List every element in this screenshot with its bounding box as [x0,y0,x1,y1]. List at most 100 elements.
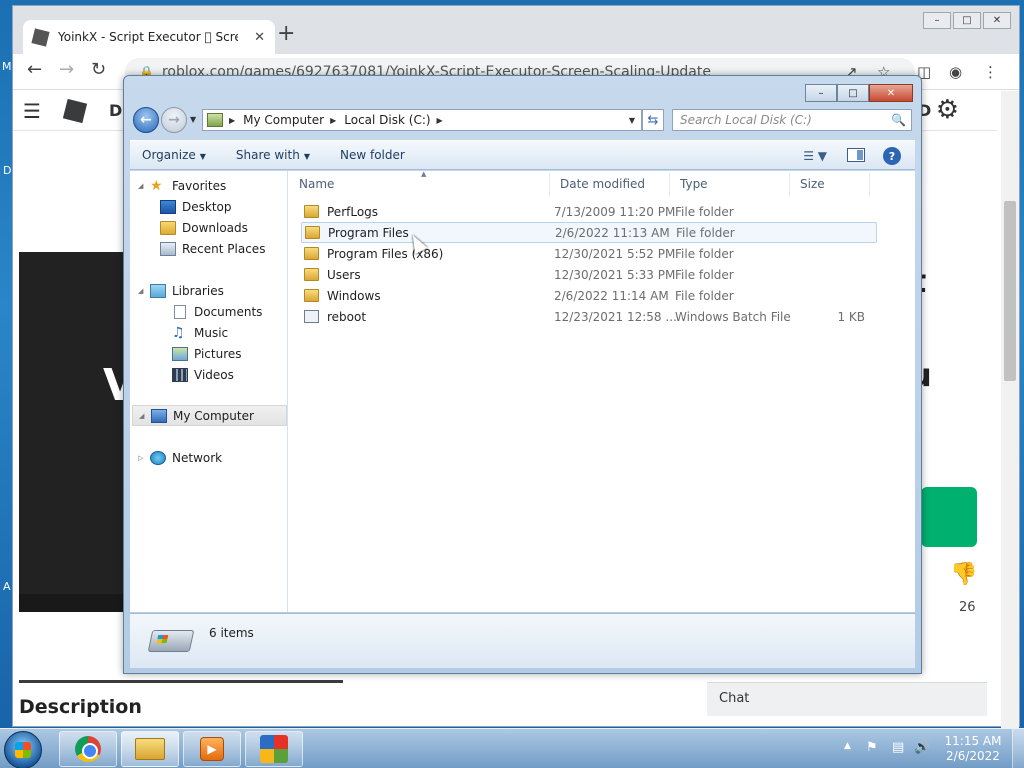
action-center-flag-icon[interactable]: ⚑ [866,740,878,755]
nav-label: My Computer [173,408,254,423]
column-header-size[interactable]: Size [790,173,870,197]
file-row-hovered[interactable]: Program Files 2/6/2022 11:13 AM File fol… [301,222,877,243]
network-status-icon[interactable]: ▤ [892,740,904,755]
file-type: File folder [675,246,734,261]
volume-icon[interactable]: 🔊 [914,740,930,755]
chat-bar[interactable]: Chat [707,682,987,716]
file-row[interactable]: Program Files (x86) 12/30/2021 5:52 PM F… [301,243,877,264]
chevron-right-icon[interactable]: ▶ [437,116,443,125]
menu-kebab-icon[interactable]: ⋮ [983,63,998,81]
browser-tab[interactable]: YoinkX - Script Executor   Screen Scalin… [23,20,275,54]
forward-button[interactable]: → [161,107,187,133]
maximize-button[interactable]: □ [837,84,869,102]
column-header-name[interactable]: ▲ Name [289,170,550,197]
explorer-icon [135,738,165,760]
nav-documents[interactable]: Documents [160,301,262,322]
nav-recent-places[interactable]: Recent Places [160,238,265,259]
system-clock[interactable]: 11:15 AM 2/6/2022 [940,734,1006,764]
expand-arrow-icon[interactable]: ▷ [138,454,144,462]
organize-button[interactable]: Organize ▼ [142,148,206,162]
column-header-type[interactable]: Type [670,173,790,197]
explorer-body: ◢ ★ Favorites Desktop Downloads Recent P… [130,170,915,612]
taskbar-media-player-button[interactable]: ▶ [183,731,241,767]
chevron-right-icon[interactable]: ▶ [330,116,336,125]
file-name: PerfLogs [327,204,379,219]
nav-network[interactable]: ▷ Network [138,447,222,468]
file-row[interactable]: PerfLogs 7/13/2009 11:20 PM File folder [301,201,877,222]
taskbar-avg-button[interactable] [245,731,303,767]
minimize-button[interactable]: – [805,84,837,102]
search-placeholder: Search Local Disk (C:) [680,113,812,127]
hamburger-menu-icon[interactable]: ☰ [23,99,41,123]
show-desktop-button[interactable] [1012,729,1024,768]
nav-desktop[interactable]: Desktop [160,196,232,217]
preview-pane-icon[interactable] [847,148,865,162]
expand-arrow-icon[interactable]: ◢ [138,182,144,190]
column-header-date[interactable]: Date modified [550,173,670,197]
nav-favorites[interactable]: ◢ ★ Favorites [138,175,226,196]
change-view-icon[interactable]: ☰ ▼ [803,149,827,163]
nav-label: Libraries [172,283,224,298]
show-hidden-icons-icon[interactable]: ▲ [844,741,851,751]
folder-icon [304,205,319,218]
chrome-window-controls: – □ ✕ [923,12,1011,29]
file-row[interactable]: Users 12/30/2021 5:33 PM File folder [301,264,877,285]
navigation-pane[interactable]: ◢ ★ Favorites Desktop Downloads Recent P… [130,171,288,612]
reload-icon[interactable]: ↻ [91,61,106,79]
nav-libraries[interactable]: ◢ Libraries [138,280,224,301]
scrollbar-thumb[interactable] [1004,201,1016,381]
back-button[interactable]: ← [133,107,159,133]
nav-music[interactable]: ♫ Music [160,322,228,343]
maximize-button[interactable]: □ [953,12,981,29]
file-type: File folder [675,288,734,303]
expand-arrow-icon[interactable]: ◢ [139,412,145,420]
roblox-logo-icon[interactable] [62,98,88,124]
play-button[interactable] [921,487,977,547]
search-icon[interactable]: 🔍 [891,113,906,127]
nav-videos[interactable]: Videos [160,364,234,385]
thumbs-down-icon[interactable]: 👎 [950,562,977,587]
page-scrollbar[interactable] [1001,91,1019,728]
network-globe-icon [150,450,166,465]
minimize-button[interactable]: – [923,12,951,29]
file-list-pane[interactable]: ▲ Name Date modified Type Size PerfLogs … [289,170,915,612]
start-button[interactable] [4,731,42,768]
new-tab-button[interactable]: + [277,23,295,45]
search-input[interactable]: Search Local Disk (C:) 🔍 [672,109,912,131]
address-dropdown-icon[interactable]: ▼ [629,116,635,125]
downloads-folder-icon [160,220,176,235]
tab-close-icon[interactable]: ✕ [254,30,265,45]
file-row[interactable]: Windows 2/6/2022 11:14 AM File folder [301,285,877,306]
taskbar-explorer-button[interactable] [121,731,179,767]
game-thumbnail[interactable]: V [19,252,137,612]
close-button[interactable]: ✕ [869,84,913,102]
nav-my-computer[interactable]: ◢ My Computer [132,405,287,426]
desktop-icon-label: D [3,164,12,177]
settings-gear-icon[interactable]: ⚙ [936,95,959,125]
new-folder-button[interactable]: New folder [340,148,405,162]
folder-icon [304,247,319,260]
file-type: File folder [675,267,734,282]
refresh-button[interactable]: ⇆ [642,109,664,131]
forward-arrow-icon[interactable]: → [59,61,74,79]
back-arrow-icon[interactable]: ← [27,61,42,79]
help-icon[interactable]: ? [883,147,901,165]
profile-avatar-icon[interactable]: ◉ [949,63,962,81]
address-bar[interactable]: ▶ My Computer ▶ Local Disk (C:) ▶ ▼ [202,109,642,131]
header-nav-link[interactable]: D [109,101,122,120]
documents-icon [174,304,186,319]
breadcrumb-my-computer[interactable]: My Computer [243,113,324,127]
nav-label: Recent Places [182,241,266,256]
recent-pages-dropdown-icon[interactable]: ▼ [190,115,196,124]
expand-arrow-icon[interactable]: ◢ [138,287,144,295]
nav-pictures[interactable]: Pictures [160,343,242,364]
nav-downloads[interactable]: Downloads [160,217,248,238]
file-row[interactable]: reboot 12/23/2021 12:58 ... Windows Batc… [301,306,877,327]
share-with-button[interactable]: Share with ▼ [236,148,310,162]
close-button[interactable]: ✕ [983,12,1011,29]
clock-time: 11:15 AM [944,734,1002,748]
taskbar-chrome-button[interactable] [59,731,117,767]
chevron-right-icon[interactable]: ▶ [229,116,235,125]
videos-filmstrip-icon [172,367,188,382]
breadcrumb-local-disk[interactable]: Local Disk (C:) [344,113,430,127]
